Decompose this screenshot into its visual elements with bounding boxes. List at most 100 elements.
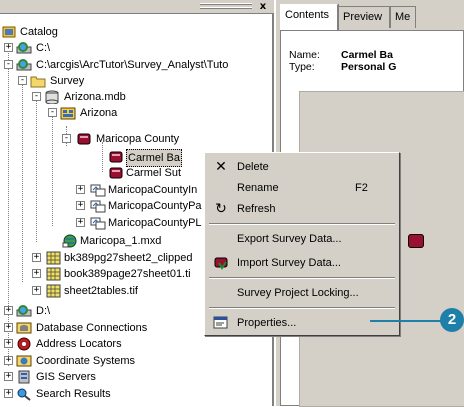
expand-button[interactable]: +	[4, 306, 13, 315]
import-icon	[213, 255, 229, 271]
tab-preview[interactable]: Preview	[338, 6, 390, 28]
expand-button[interactable]: +	[4, 389, 13, 398]
collapse-button[interactable]: -	[18, 76, 27, 85]
expand-button[interactable]: +	[76, 201, 85, 210]
tree-label: Address Locators	[36, 338, 122, 350]
tree-item-gis-servers[interactable]: + GIS Servers	[0, 369, 200, 385]
map-document-icon	[62, 234, 78, 248]
menu-label: Delete	[237, 161, 269, 173]
gis-servers-icon	[16, 370, 32, 384]
collapse-button[interactable]: -	[4, 60, 13, 69]
tree-item-raster-clipped[interactable]: + bk389pg27sheet2_clipped	[0, 250, 210, 266]
menu-label: Survey Project Locking...	[237, 287, 359, 299]
catalog-icon	[2, 25, 18, 39]
tree-label: Maricopa_1.mxd	[80, 235, 162, 247]
menu-item-survey-project-locking[interactable]: Survey Project Locking...	[207, 283, 397, 303]
tree-item-address-locators[interactable]: + Address Locators	[0, 336, 200, 352]
tree-item-arizona-dataset[interactable]: - Arizona	[0, 105, 200, 121]
name-label: Name:	[289, 49, 320, 61]
tree-item-arizona-mdb[interactable]: - Arizona.mdb	[0, 89, 200, 105]
menu-label: Properties...	[237, 317, 297, 329]
raster-icon	[46, 251, 62, 265]
tree-item-search-results[interactable]: + Search Results	[0, 386, 200, 402]
tree-item-maricopa-in[interactable]: + MaricopaCountyIn	[0, 182, 210, 198]
address-locator-icon	[16, 337, 32, 351]
pane-title-bar[interactable]: x	[0, 0, 274, 14]
database-icon	[44, 90, 60, 105]
delete-icon: ✕	[215, 159, 227, 175]
expand-button[interactable]: +	[32, 269, 41, 278]
expand-button[interactable]: +	[4, 339, 13, 348]
tree-label: Database Connections	[36, 322, 148, 334]
menu-separator	[209, 277, 395, 279]
feature-dataset-icon	[90, 199, 106, 213]
tree-item-maricopa-mxd[interactable]: Maricopa_1.mxd	[0, 233, 200, 249]
menu-separator	[209, 307, 395, 309]
tree-item-d-drive[interactable]: + D:\	[0, 303, 200, 319]
pane-grip[interactable]	[200, 3, 252, 5]
pane-close-button[interactable]: x	[256, 1, 270, 13]
tree-label: book389page27sheet01.ti	[64, 268, 191, 280]
tree-label: sheet2tables.tif	[64, 285, 138, 297]
tree-item-carmel-sut[interactable]: Carmel Sut	[0, 165, 210, 181]
folder-icon	[30, 74, 46, 88]
tree-label: Carmel Sut	[126, 167, 182, 179]
menu-item-export-survey-data[interactable]: Export Survey Data...	[207, 229, 397, 249]
feature-dataset-icon	[90, 216, 106, 230]
database-connections-icon	[16, 321, 32, 335]
tree-item-raster-sheet01[interactable]: + book389page27sheet01.ti	[0, 266, 210, 282]
tree-label: Arizona.mdb	[64, 91, 126, 103]
expand-button[interactable]: +	[4, 372, 13, 381]
collapse-button[interactable]: -	[62, 134, 71, 143]
menu-label: Refresh	[237, 203, 276, 215]
collapse-button[interactable]: -	[32, 92, 41, 101]
survey-project-item-icon[interactable]	[408, 234, 424, 248]
coordinate-systems-icon	[16, 354, 32, 368]
drive-icon	[16, 304, 32, 318]
tree-item-carmel-bay[interactable]: Carmel Ba	[0, 149, 210, 167]
tree-item-raster-sheet2tables[interactable]: + sheet2tables.tif	[0, 283, 210, 299]
folder-connection-icon	[16, 58, 32, 72]
tree-label: MaricopaCountyIn	[108, 184, 198, 196]
expand-button[interactable]: +	[76, 218, 85, 227]
expand-button[interactable]: +	[4, 323, 13, 332]
tree-label: C:\arcgis\ArcTutor\Survey_Analyst\Tuto	[36, 59, 229, 71]
tab-contents[interactable]: Contents	[280, 4, 338, 30]
tree-label: bk389pg27sheet2_clipped	[64, 252, 193, 264]
tree-label: MaricopaCountyPa	[108, 200, 202, 212]
tree-item-coordinate-systems[interactable]: + Coordinate Systems	[0, 353, 200, 369]
expand-button[interactable]: +	[4, 43, 13, 52]
tree-label: MaricopaCountyPL	[108, 217, 202, 229]
expand-button[interactable]: +	[76, 185, 85, 194]
raster-icon	[46, 284, 62, 298]
menu-label: Import Survey Data...	[237, 257, 341, 269]
survey-project-icon	[76, 132, 92, 146]
tree-item-maricopa-county[interactable]: - Maricopa County	[0, 131, 230, 147]
search-results-icon	[16, 387, 32, 401]
type-label: Type:	[289, 61, 315, 73]
tree-item-c-drive[interactable]: + C:\	[0, 40, 200, 56]
tree-item-maricopa-pl[interactable]: + MaricopaCountyPL	[0, 215, 210, 231]
menu-item-refresh[interactable]: ↻ Refresh	[207, 199, 397, 219]
tab-metadata[interactable]: Me	[390, 6, 416, 28]
survey-project-icon	[108, 150, 124, 164]
menu-separator	[209, 223, 395, 225]
tree-item-catalog[interactable]: Catalog	[0, 24, 200, 40]
tree-label: C:\	[36, 42, 51, 54]
callout-leader-line	[370, 320, 442, 322]
menu-item-delete[interactable]: ✕ Delete	[207, 157, 397, 177]
expand-button[interactable]: +	[4, 356, 13, 365]
step-callout-badge: 2	[440, 308, 464, 332]
pane-grip-lower[interactable]	[200, 7, 252, 9]
menu-item-import-survey-data[interactable]: Import Survey Data...	[207, 253, 397, 273]
tree-item-maricopa-pa[interactable]: + MaricopaCountyPa	[0, 198, 210, 214]
arccatalog-window: x Catalog + C:\ - C:\arcgis\ArcTutor\Sur…	[0, 0, 464, 407]
collapse-button[interactable]: -	[48, 108, 57, 117]
tree-item-tutorial-folder[interactable]: - C:\arcgis\ArcTutor\Survey_Analyst\Tuto	[0, 57, 274, 73]
tree-item-database-connections[interactable]: + Database Connections	[0, 320, 200, 336]
tree-item-survey-folder[interactable]: - Survey	[0, 73, 200, 89]
menu-item-rename[interactable]: Rename F2	[207, 178, 397, 198]
expand-button[interactable]: +	[32, 286, 41, 295]
expand-button[interactable]: +	[32, 253, 41, 262]
menu-item-properties[interactable]: Properties...	[207, 313, 397, 333]
